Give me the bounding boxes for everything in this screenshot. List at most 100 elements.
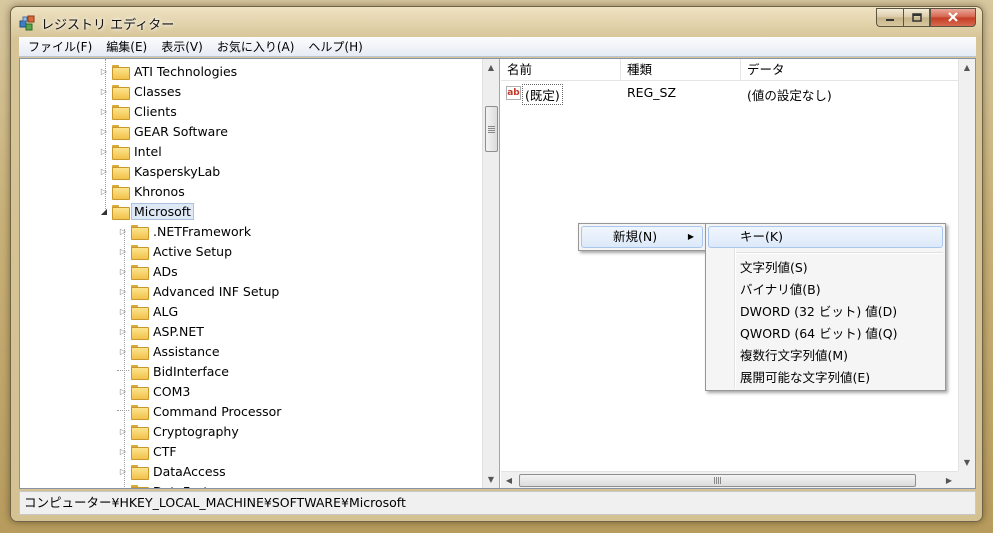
grip-icon — [488, 125, 495, 133]
expand-arrow-icon[interactable]: ▷ — [98, 127, 110, 136]
menu-edit[interactable]: 編集(E) — [99, 37, 154, 57]
title-bar[interactable]: レジストリ エディター — [11, 7, 982, 37]
expand-arrow-icon[interactable]: ▷ — [117, 467, 129, 476]
close-button[interactable] — [930, 8, 976, 27]
list-hscroll-thumb[interactable] — [519, 474, 916, 487]
tree-node[interactable]: ▷ KasperskyLab — [98, 161, 223, 181]
folder-icon — [131, 464, 149, 480]
scroll-down-arrow[interactable]: ▼ — [959, 454, 975, 471]
expand-arrow-icon[interactable]: ▷ — [117, 267, 129, 276]
expand-arrow-icon[interactable]: ▷ — [117, 387, 129, 396]
expand-arrow-icon[interactable]: ▷ — [117, 307, 129, 316]
registry-key-tree[interactable]: ▷ ATI Technologies ▷ Classes ▷ Clients ▷ GEAR S… — [20, 59, 500, 488]
tree-node[interactable]: ▷ Intel — [98, 141, 165, 161]
column-header-type[interactable]: 種類 — [621, 59, 741, 81]
submenu-new-key[interactable]: キー(K) — [708, 226, 943, 248]
status-path: コンピューター¥HKEY_LOCAL_MACHINE¥SOFTWARE¥Micr… — [24, 495, 406, 510]
tree-vertical-scrollbar[interactable]: ▲ ▼ — [482, 59, 499, 488]
context-menu-new[interactable]: 新規(N) ▶ — [581, 226, 703, 248]
tree-node[interactable]: ▷ Classes — [98, 81, 184, 101]
tree-node[interactable]: ▷ Active Setup — [117, 241, 235, 261]
tree-connector — [117, 361, 129, 371]
tree-node-label: ATI Technologies — [134, 63, 238, 79]
expand-arrow-icon[interactable]: ▷ — [117, 447, 129, 456]
tree-node[interactable]: ▷ ASP.NET — [117, 321, 207, 341]
tree-node-label: Classes — [134, 83, 182, 99]
submenu-expandable-string-value[interactable]: 展開可能な文字列値(E) — [708, 367, 943, 389]
tree-node[interactable]: ▷ Cryptography — [117, 421, 242, 441]
menu-separator — [736, 252, 943, 254]
expand-arrow-icon[interactable]: ▷ — [98, 107, 110, 116]
folder-icon — [131, 244, 149, 260]
value-row[interactable]: ab (既定) REG_SZ (値の設定なし) — [501, 83, 975, 105]
tree-node[interactable]: ◢ Microsoft — [98, 201, 194, 221]
expand-arrow-icon[interactable]: ▷ — [98, 167, 110, 176]
expand-arrow-icon[interactable]: ▷ — [98, 87, 110, 96]
tree-node[interactable]: ▷ Khronos — [98, 181, 188, 201]
minimize-icon — [885, 11, 895, 25]
expand-arrow-icon[interactable]: ▷ — [117, 227, 129, 236]
menu-view[interactable]: 表示(V) — [154, 37, 210, 57]
expand-arrow-icon[interactable]: ▷ — [117, 327, 129, 336]
expand-arrow-icon[interactable]: ▷ — [98, 67, 110, 76]
folder-icon — [131, 384, 149, 400]
tree-node[interactable]: ▷ DataAccess — [117, 461, 229, 481]
expand-arrow-icon[interactable]: ▷ — [117, 247, 129, 256]
submenu-qword-value[interactable]: QWORD (64 ビット) 値(Q) — [708, 323, 943, 345]
menu-help[interactable]: ヘルプ(H) — [301, 37, 369, 57]
tree-node[interactable]: ▷ .NETFramework — [117, 221, 254, 241]
scroll-down-arrow[interactable]: ▼ — [483, 471, 499, 488]
tree-node[interactable]: ▷ COM3 — [117, 381, 193, 401]
scroll-right-arrow[interactable]: ▶ — [941, 472, 957, 488]
submenu-binary-value[interactable]: バイナリ値(B) — [708, 279, 943, 301]
expand-arrow-icon[interactable]: ▷ — [98, 147, 110, 156]
submenu-multi-string-value[interactable]: 複数行文字列値(M) — [708, 345, 943, 367]
expand-arrow-icon[interactable]: ▷ — [117, 427, 129, 436]
column-header-name[interactable]: 名前 — [501, 59, 621, 81]
tree-node[interactable]: ▷ Clients — [98, 101, 180, 121]
folder-icon — [131, 284, 149, 300]
tree-node[interactable]: ▷ DataFactory — [117, 481, 232, 488]
list-horizontal-scrollbar[interactable]: ◀ ▶ — [501, 471, 958, 488]
tree-node-label: Microsoft — [131, 202, 194, 220]
tree-node[interactable]: ▷ ATI Technologies — [98, 61, 240, 81]
folder-icon — [131, 364, 149, 380]
tree-node[interactable]: Command Processor — [117, 401, 284, 421]
tree-node-label: Command Processor — [153, 403, 282, 419]
tree-connector — [117, 401, 129, 411]
menu-file[interactable]: ファイル(F) — [21, 37, 99, 57]
folder-icon — [131, 324, 149, 340]
list-vertical-scrollbar[interactable]: ▲ ▼ — [958, 59, 975, 471]
scroll-up-arrow[interactable]: ▲ — [483, 59, 499, 76]
menu-favorites[interactable]: お気に入り(A) — [210, 37, 302, 57]
minimize-button[interactable] — [876, 8, 903, 27]
tree-node[interactable]: ▷ CTF — [117, 441, 180, 461]
folder-icon — [131, 344, 149, 360]
scrollbar-corner — [958, 471, 975, 488]
submenu-string-value[interactable]: 文字列値(S) — [708, 257, 943, 279]
expand-arrow-icon[interactable]: ▷ — [117, 487, 129, 489]
submenu-dword-value[interactable]: DWORD (32 ビット) 値(D) — [708, 301, 943, 323]
expand-arrow-icon[interactable]: ▷ — [117, 347, 129, 356]
expand-arrow-icon[interactable]: ▷ — [98, 187, 110, 196]
column-header-data[interactable]: データ — [741, 59, 957, 81]
scroll-left-arrow[interactable]: ◀ — [501, 472, 517, 488]
scroll-up-arrow[interactable]: ▲ — [959, 59, 975, 76]
tree-node[interactable]: ▷ GEAR Software — [98, 121, 231, 141]
tree-node[interactable]: ▷ ALG — [117, 301, 181, 321]
tree-node-label: KasperskyLab — [134, 163, 221, 179]
folder-icon — [131, 424, 149, 440]
maximize-button[interactable] — [903, 8, 930, 27]
folder-icon — [112, 104, 130, 120]
expand-arrow-icon[interactable]: ▷ — [117, 287, 129, 296]
tree-node-label: DataAccess — [153, 463, 226, 479]
grip-icon — [714, 477, 721, 484]
tree-node[interactable]: ▷ ADs — [117, 261, 181, 281]
tree-node[interactable]: ▷ Assistance — [117, 341, 223, 361]
value-type: REG_SZ — [627, 85, 677, 100]
tree-node-label: ALG — [153, 303, 179, 319]
collapse-arrow-icon[interactable]: ◢ — [98, 207, 110, 216]
tree-node[interactable]: BidInterface — [117, 361, 232, 381]
tree-node[interactable]: ▷ Advanced INF Setup — [117, 281, 282, 301]
tree-scroll-thumb[interactable] — [485, 106, 498, 152]
